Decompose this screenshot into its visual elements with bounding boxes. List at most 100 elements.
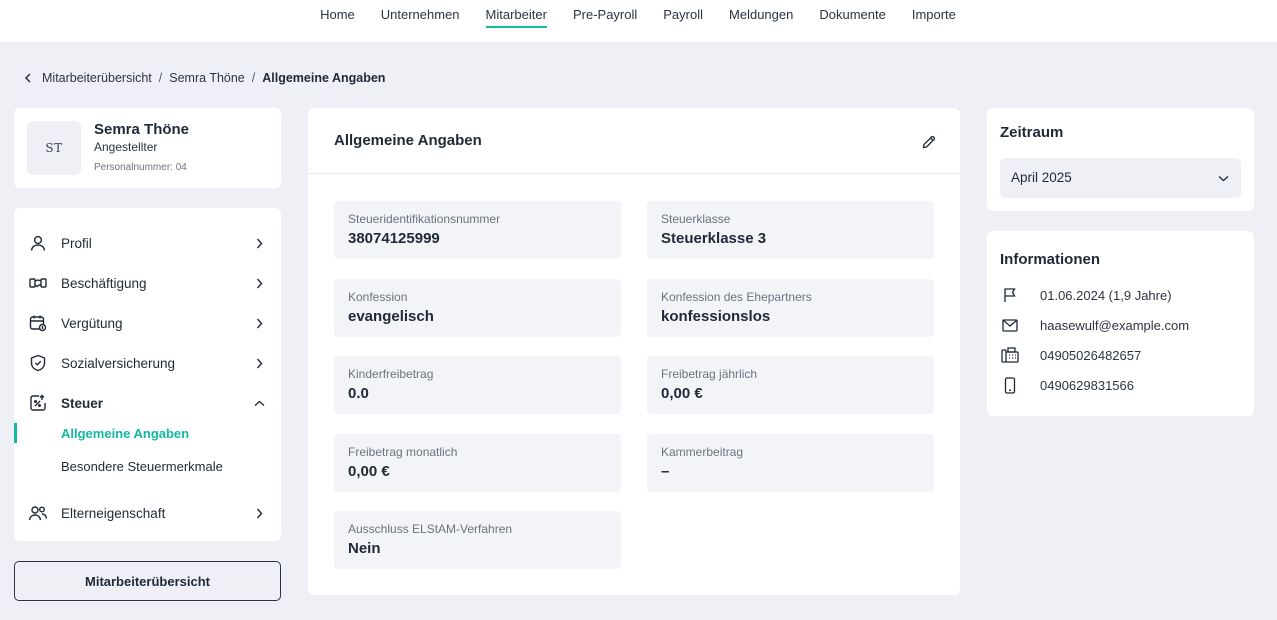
top-nav-list: Home Unternehmen Mitarbeiter Pre-Payroll… [307, 0, 969, 42]
field-value: 0,00 € [348, 463, 390, 480]
field-label: Freibetrag monatlich [348, 445, 458, 459]
field-kammerbeitrag: Kammerbeitrag – [647, 434, 934, 492]
nav-meldungen[interactable]: Meldungen [716, 0, 806, 42]
field-kinderfreibetrag: Kinderfreibetrag 0.0 [334, 356, 621, 414]
calendar-money-icon [28, 313, 48, 333]
info-title: Informationen [1000, 251, 1100, 268]
field-label: Steueridentifikationsnummer [348, 212, 501, 226]
field-steuer-id: Steueridentifikationsnummer 38074125999 [334, 201, 621, 259]
menu-item-sozialversicherung[interactable]: Sozialversicherung [14, 343, 281, 383]
breadcrumb-current: Allgemeine Angaben [262, 71, 386, 85]
field-value: 0,00 € [661, 385, 703, 402]
menu-item-label: Sozialversicherung [61, 355, 176, 371]
field-ausschluss-elstam: Ausschluss ELStAM-Verfahren Nein [334, 511, 621, 569]
field-label: Ausschluss ELStAM-Verfahren [348, 522, 513, 536]
info-text[interactable]: 04905026482657 [1040, 348, 1141, 363]
info-row-phone: 04905026482657 [1000, 345, 1250, 365]
mail-icon [1000, 315, 1020, 335]
avatar: ST [27, 121, 81, 175]
personnel-number: Personalnummer: 04 [94, 162, 187, 173]
period-title: Zeitraum [1000, 124, 1064, 141]
flag-icon [1000, 285, 1020, 305]
field-value: evangelisch [348, 308, 434, 325]
field-value: – [661, 463, 670, 480]
employee-side-menu: Profil Beschäftigung Vergütung Sozialver… [14, 208, 281, 541]
submenu-item-besondere-steuermerkmale[interactable]: Besondere Steuermerkmale [14, 454, 281, 478]
breadcrumb-separator: / [158, 71, 163, 85]
info-text[interactable]: 0490629831566 [1040, 378, 1134, 393]
field-label: Konfession des Ehepartners [661, 290, 812, 304]
info-row-mobile: 0490629831566 [1000, 375, 1250, 395]
mobile-icon [1000, 375, 1020, 395]
tax-icon [28, 393, 48, 413]
menu-item-verguetung[interactable]: Vergütung [14, 303, 281, 343]
employee-overview-button[interactable]: Mitarbeiterübersicht [14, 561, 281, 601]
field-freibetrag-monatlich: Freibetrag monatlich 0,00 € [334, 434, 621, 492]
menu-item-label: Profil [61, 235, 92, 251]
menu-item-steuer[interactable]: Steuer [14, 383, 281, 423]
field-value: Steuerklasse 3 [661, 230, 767, 247]
submenu-item-allgemeine-angaben[interactable]: Allgemeine Angaben [14, 421, 281, 445]
nav-unternehmen[interactable]: Unternehmen [368, 0, 473, 42]
menu-item-label: Steuer [61, 395, 104, 411]
nav-mitarbeiter[interactable]: Mitarbeiter [473, 0, 560, 42]
divider [308, 173, 960, 174]
chevron-down-icon [1217, 172, 1229, 184]
chevron-up-icon [253, 397, 265, 409]
nav-payroll[interactable]: Payroll [650, 0, 716, 42]
info-row-entry-date: 01.06.2024 (1,9 Jahre) [1000, 285, 1250, 305]
nav-home[interactable]: Home [307, 0, 368, 42]
field-steuerklasse: Steuerklasse Steuerklasse 3 [647, 201, 934, 259]
chevron-right-icon [253, 507, 265, 519]
field-label: Freibetrag jährlich [661, 367, 758, 381]
period-selected-value: April 2025 [1011, 170, 1072, 185]
info-text[interactable]: haasewulf@example.com [1040, 318, 1189, 333]
menu-item-profil[interactable]: Profil [14, 223, 281, 263]
submenu-item-label: Besondere Steuermerkmale [61, 458, 223, 474]
field-label: Kinderfreibetrag [348, 367, 434, 381]
menu-item-label: Elterneigenschaft [61, 505, 166, 521]
nav-pre-payroll[interactable]: Pre-Payroll [560, 0, 650, 42]
general-details-card: Allgemeine Angaben Steueridentifikations… [308, 108, 960, 595]
field-value: Nein [348, 540, 381, 557]
field-value: 0.0 [348, 385, 369, 402]
field-value: konfessionslos [661, 308, 771, 325]
shield-icon [28, 353, 48, 373]
section-title: Allgemeine Angaben [334, 132, 482, 149]
breadcrumb-separator: / [251, 71, 256, 85]
field-label: Kammerbeitrag [661, 445, 744, 459]
period-select[interactable]: April 2025 [1000, 158, 1241, 198]
menu-item-label: Vergütung [61, 315, 123, 331]
menu-item-elterneigenschaft[interactable]: Elterneigenschaft [14, 493, 281, 533]
info-card: Informationen 01.06.2024 (1,9 Jahre) haa… [987, 231, 1254, 416]
menu-item-beschaeftigung[interactable]: Beschäftigung [14, 263, 281, 303]
breadcrumb: Mitarbeiterübersicht / Semra Thöne / All… [20, 70, 385, 86]
employee-name: Semra Thöne [94, 121, 190, 138]
menu-item-label: Beschäftigung [61, 275, 147, 291]
submenu-item-label: Allgemeine Angaben [61, 425, 190, 441]
field-freibetrag-jaehrlich: Freibetrag jährlich 0,00 € [647, 356, 934, 414]
breadcrumb-link-overview[interactable]: Mitarbeiterübersicht [42, 71, 152, 85]
user-icon [28, 233, 48, 253]
period-card: Zeitraum April 2025 [987, 108, 1254, 211]
field-label: Konfession [348, 290, 408, 304]
back-chevron-icon[interactable] [20, 70, 36, 86]
field-konfession-ehepartner: Konfession des Ehepartners konfessionslo… [647, 279, 934, 337]
edit-pencil-icon[interactable] [919, 132, 939, 152]
employee-role: Angestellter [94, 140, 158, 154]
employee-profile-card: ST Semra Thöne Angestellter Personalnumm… [14, 108, 281, 188]
field-label: Steuerklasse [661, 212, 731, 226]
breadcrumb-link-employee[interactable]: Semra Thöne [169, 71, 245, 85]
chevron-right-icon [253, 237, 265, 249]
top-navigation: Home Unternehmen Mitarbeiter Pre-Payroll… [0, 0, 1277, 42]
chevron-right-icon [253, 357, 265, 369]
info-text: 01.06.2024 (1,9 Jahre) [1040, 287, 1172, 303]
nav-dokumente[interactable]: Dokumente [806, 0, 898, 42]
field-value: 38074125999 [348, 230, 440, 247]
info-row-email: haasewulf@example.com [1000, 315, 1250, 335]
field-konfession: Konfession evangelisch [334, 279, 621, 337]
users-icon [28, 503, 48, 523]
chevron-right-icon [253, 277, 265, 289]
chevron-right-icon [253, 317, 265, 329]
nav-importe[interactable]: Importe [899, 0, 969, 42]
